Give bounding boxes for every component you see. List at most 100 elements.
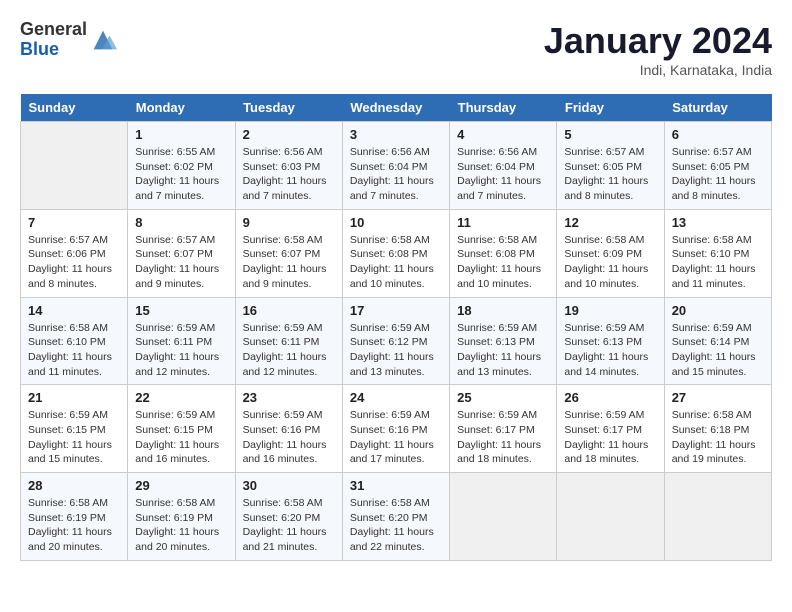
header-cell-monday: Monday <box>128 94 235 122</box>
day-number: 8 <box>135 215 227 230</box>
day-number: 5 <box>564 127 656 142</box>
header-cell-tuesday: Tuesday <box>235 94 342 122</box>
day-info: Sunrise: 6:58 AM Sunset: 6:08 PM Dayligh… <box>457 233 549 292</box>
day-number: 10 <box>350 215 442 230</box>
calendar-header: SundayMondayTuesdayWednesdayThursdayFrid… <box>21 94 772 122</box>
day-info: Sunrise: 6:57 AM Sunset: 6:06 PM Dayligh… <box>28 233 120 292</box>
calendar-cell: 1 Sunrise: 6:55 AM Sunset: 6:02 PM Daylig… <box>128 122 235 210</box>
logo-text: General Blue <box>20 20 87 60</box>
day-number: 18 <box>457 303 549 318</box>
calendar-cell: 5 Sunrise: 6:57 AM Sunset: 6:05 PM Daylig… <box>557 122 664 210</box>
day-info: Sunrise: 6:59 AM Sunset: 6:13 PM Dayligh… <box>457 321 549 380</box>
header-cell-friday: Friday <box>557 94 664 122</box>
day-info: Sunrise: 6:59 AM Sunset: 6:13 PM Dayligh… <box>564 321 656 380</box>
day-info: Sunrise: 6:56 AM Sunset: 6:04 PM Dayligh… <box>457 145 549 204</box>
calendar-cell: 11 Sunrise: 6:58 AM Sunset: 6:08 PM Dayli… <box>450 209 557 297</box>
calendar-cell: 8Sunrise: 6:57 AM Sunset: 6:07 PM Daylig… <box>128 209 235 297</box>
logo-general: General <box>20 20 87 40</box>
calendar-cell: 22Sunrise: 6:59 AM Sunset: 6:15 PM Dayli… <box>128 385 235 473</box>
day-number: 13 <box>672 215 764 230</box>
day-info: Sunrise: 6:59 AM Sunset: 6:15 PM Dayligh… <box>28 408 120 467</box>
calendar-cell: 18 Sunrise: 6:59 AM Sunset: 6:13 PM Dayli… <box>450 297 557 385</box>
day-number: 26 <box>564 390 656 405</box>
calendar-cell <box>664 473 771 561</box>
calendar-cell: 9 Sunrise: 6:58 AM Sunset: 6:07 PM Daylig… <box>235 209 342 297</box>
day-info: Sunrise: 6:59 AM Sunset: 6:12 PM Dayligh… <box>350 321 442 380</box>
header-cell-saturday: Saturday <box>664 94 771 122</box>
day-number: 14 <box>28 303 120 318</box>
calendar-cell <box>450 473 557 561</box>
calendar-cell: 6 Sunrise: 6:57 AM Sunset: 6:05 PM Daylig… <box>664 122 771 210</box>
day-number: 3 <box>350 127 442 142</box>
subtitle: Indi, Karnataka, India <box>544 62 772 78</box>
day-info: Sunrise: 6:59 AM Sunset: 6:16 PM Dayligh… <box>243 408 335 467</box>
calendar-cell: 31Sunrise: 6:58 AM Sunset: 6:20 PM Dayli… <box>342 473 449 561</box>
day-info: Sunrise: 6:59 AM Sunset: 6:11 PM Dayligh… <box>135 321 227 380</box>
calendar-cell: 28Sunrise: 6:58 AM Sunset: 6:19 PM Dayli… <box>21 473 128 561</box>
day-number: 21 <box>28 390 120 405</box>
header-cell-wednesday: Wednesday <box>342 94 449 122</box>
title-area: January 2024 Indi, Karnataka, India <box>544 20 772 78</box>
day-number: 29 <box>135 478 227 493</box>
calendar-cell: 29 Sunrise: 6:58 AM Sunset: 6:19 PM Dayli… <box>128 473 235 561</box>
calendar-cell: 14 Sunrise: 6:58 AM Sunset: 6:10 PM Dayli… <box>21 297 128 385</box>
day-number: 16 <box>243 303 335 318</box>
header-cell-sunday: Sunday <box>21 94 128 122</box>
day-number: 25 <box>457 390 549 405</box>
day-number: 2 <box>243 127 335 142</box>
day-info: Sunrise: 6:55 AM Sunset: 6:02 PM Dayligh… <box>135 145 227 204</box>
calendar-cell <box>557 473 664 561</box>
day-number: 9 <box>243 215 335 230</box>
header-row: SundayMondayTuesdayWednesdayThursdayFrid… <box>21 94 772 122</box>
day-info: Sunrise: 6:59 AM Sunset: 6:16 PM Dayligh… <box>350 408 442 467</box>
header-cell-thursday: Thursday <box>450 94 557 122</box>
day-number: 19 <box>564 303 656 318</box>
day-number: 15 <box>135 303 227 318</box>
day-info: Sunrise: 6:59 AM Sunset: 6:14 PM Dayligh… <box>672 321 764 380</box>
day-number: 6 <box>672 127 764 142</box>
day-info: Sunrise: 6:58 AM Sunset: 6:20 PM Dayligh… <box>243 496 335 555</box>
day-number: 1 <box>135 127 227 142</box>
day-number: 27 <box>672 390 764 405</box>
calendar-week-5: 28Sunrise: 6:58 AM Sunset: 6:19 PM Dayli… <box>21 473 772 561</box>
day-info: Sunrise: 6:57 AM Sunset: 6:05 PM Dayligh… <box>564 145 656 204</box>
calendar-cell: 25 Sunrise: 6:59 AM Sunset: 6:17 PM Dayli… <box>450 385 557 473</box>
calendar-cell: 16Sunrise: 6:59 AM Sunset: 6:11 PM Dayli… <box>235 297 342 385</box>
calendar-cell: 27 Sunrise: 6:58 AM Sunset: 6:18 PM Dayli… <box>664 385 771 473</box>
calendar-week-3: 14 Sunrise: 6:58 AM Sunset: 6:10 PM Dayli… <box>21 297 772 385</box>
day-number: 12 <box>564 215 656 230</box>
calendar-cell: 4Sunrise: 6:56 AM Sunset: 6:04 PM Daylig… <box>450 122 557 210</box>
calendar-cell: 3 Sunrise: 6:56 AM Sunset: 6:04 PM Daylig… <box>342 122 449 210</box>
calendar-cell: 15 Sunrise: 6:59 AM Sunset: 6:11 PM Dayli… <box>128 297 235 385</box>
day-info: Sunrise: 6:58 AM Sunset: 6:20 PM Dayligh… <box>350 496 442 555</box>
calendar-week-1: 1 Sunrise: 6:55 AM Sunset: 6:02 PM Daylig… <box>21 122 772 210</box>
calendar-body: 1 Sunrise: 6:55 AM Sunset: 6:02 PM Daylig… <box>21 122 772 561</box>
calendar-cell: 2Sunrise: 6:56 AM Sunset: 6:03 PM Daylig… <box>235 122 342 210</box>
calendar-table: SundayMondayTuesdayWednesdayThursdayFrid… <box>20 94 772 561</box>
day-info: Sunrise: 6:56 AM Sunset: 6:04 PM Dayligh… <box>350 145 442 204</box>
logo-blue: Blue <box>20 40 87 60</box>
day-info: Sunrise: 6:58 AM Sunset: 6:07 PM Dayligh… <box>243 233 335 292</box>
calendar-cell: 13Sunrise: 6:58 AM Sunset: 6:10 PM Dayli… <box>664 209 771 297</box>
day-info: Sunrise: 6:58 AM Sunset: 6:18 PM Dayligh… <box>672 408 764 467</box>
day-info: Sunrise: 6:58 AM Sunset: 6:10 PM Dayligh… <box>28 321 120 380</box>
day-info: Sunrise: 6:58 AM Sunset: 6:08 PM Dayligh… <box>350 233 442 292</box>
calendar-cell: 30 Sunrise: 6:58 AM Sunset: 6:20 PM Dayli… <box>235 473 342 561</box>
calendar-cell <box>21 122 128 210</box>
day-info: Sunrise: 6:58 AM Sunset: 6:19 PM Dayligh… <box>135 496 227 555</box>
calendar-week-2: 7 Sunrise: 6:57 AM Sunset: 6:06 PM Daylig… <box>21 209 772 297</box>
day-number: 7 <box>28 215 120 230</box>
calendar-cell: 20 Sunrise: 6:59 AM Sunset: 6:14 PM Dayli… <box>664 297 771 385</box>
calendar-cell: 7 Sunrise: 6:57 AM Sunset: 6:06 PM Daylig… <box>21 209 128 297</box>
calendar-cell: 19 Sunrise: 6:59 AM Sunset: 6:13 PM Dayli… <box>557 297 664 385</box>
day-info: Sunrise: 6:59 AM Sunset: 6:17 PM Dayligh… <box>457 408 549 467</box>
logo-icon <box>89 26 117 54</box>
calendar-cell: 26Sunrise: 6:59 AM Sunset: 6:17 PM Dayli… <box>557 385 664 473</box>
day-number: 17 <box>350 303 442 318</box>
day-number: 20 <box>672 303 764 318</box>
day-number: 24 <box>350 390 442 405</box>
day-info: Sunrise: 6:57 AM Sunset: 6:05 PM Dayligh… <box>672 145 764 204</box>
calendar-week-4: 21 Sunrise: 6:59 AM Sunset: 6:15 PM Dayli… <box>21 385 772 473</box>
day-number: 11 <box>457 215 549 230</box>
day-number: 30 <box>243 478 335 493</box>
